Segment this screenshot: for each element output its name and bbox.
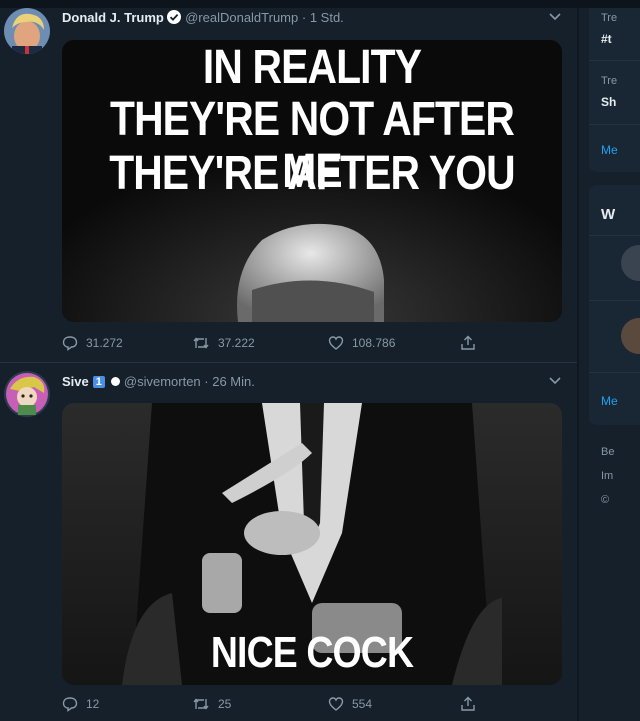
status-dot — [110, 377, 120, 386]
like-count: 108.786 — [352, 336, 396, 350]
trend-label: Tre — [601, 12, 618, 24]
show-more-link[interactable]: Me — [601, 394, 618, 408]
like-button[interactable]: 108.786 — [328, 333, 395, 353]
timeline: Donald J. Trump @realDonaldTrump · 1 Std… — [0, 0, 578, 721]
trend-separator — [589, 124, 640, 125]
share-icon — [461, 696, 475, 711]
trend-item[interactable]: #t — [601, 32, 612, 46]
who-to-follow-heading: W — [601, 206, 616, 223]
retweet-icon — [193, 698, 209, 710]
panel-separator — [589, 300, 640, 301]
share-icon — [461, 335, 475, 350]
heart-icon — [328, 697, 344, 711]
user-handle[interactable]: @sivemorten — [124, 374, 201, 389]
tweet[interactable]: Sive 1 @sivemorten · 26 Min. NICE COCK 1… — [0, 363, 578, 721]
tweet-image[interactable]: IN REALITY THEY'RE NOT AFTER ME THEY'RE … — [62, 40, 562, 322]
tweet-header: Sive 1 @sivemorten · 26 Min. — [62, 374, 255, 389]
like-button[interactable]: 554 — [328, 694, 372, 714]
reply-count: 31.272 — [86, 336, 123, 350]
tweet-actions: 12 25 554 — [62, 694, 482, 714]
tweet-image[interactable]: NICE COCK — [62, 403, 562, 685]
chevron-down-icon[interactable] — [548, 374, 562, 388]
retweet-icon — [193, 337, 209, 349]
tweet-actions: 31.272 37.222 108.786 — [62, 333, 482, 353]
footer-link[interactable]: Be — [601, 446, 614, 458]
avatar[interactable] — [4, 371, 50, 417]
retweet-count: 37.222 — [218, 336, 255, 350]
trend-item[interactable]: Sh — [601, 95, 616, 109]
footer-copyright: © — [601, 494, 610, 506]
retweet-button[interactable]: 25 — [192, 694, 231, 714]
verified-icon — [167, 10, 182, 24]
reply-icon — [62, 697, 78, 712]
reply-icon — [62, 336, 78, 351]
tweet-header: Donald J. Trump @realDonaldTrump · 1 Std… — [62, 10, 344, 25]
right-sidebar: Tre #t Tre Sh Me W Me Be Im © — [579, 0, 640, 721]
like-count: 554 — [352, 697, 373, 711]
top-bar — [0, 0, 640, 8]
retweet-button[interactable]: 37.222 — [192, 333, 255, 353]
share-button[interactable] — [460, 694, 476, 714]
panel-separator — [589, 235, 640, 236]
show-more-link[interactable]: Me — [601, 143, 618, 157]
reply-button[interactable]: 12 — [62, 694, 99, 714]
retweet-count: 25 — [218, 697, 232, 711]
footer-link[interactable]: Im — [601, 470, 613, 482]
number-badge: 1 — [92, 376, 105, 388]
meme-caption: NICE COCK — [210, 628, 414, 677]
reply-button[interactable]: 31.272 — [62, 333, 123, 353]
display-name[interactable]: Sive — [62, 374, 89, 389]
chevron-down-icon[interactable] — [548, 10, 562, 24]
trend-separator — [589, 60, 640, 61]
share-button[interactable] — [460, 333, 476, 353]
meme-line: IN REALITY — [202, 41, 422, 94]
trend-label: Tre — [601, 75, 618, 87]
meme-line: THEY'RE AFTER YOU — [109, 147, 515, 200]
display-name[interactable]: Donald J. Trump — [62, 10, 164, 25]
tweet[interactable]: Donald J. Trump @realDonaldTrump · 1 Std… — [0, 0, 578, 362]
heart-icon — [328, 336, 344, 350]
panel-separator — [589, 372, 640, 373]
user-handle[interactable]: @realDonaldTrump — [185, 10, 298, 25]
timestamp[interactable]: · 26 Min. — [204, 374, 255, 389]
reply-count: 12 — [86, 697, 100, 711]
timestamp[interactable]: · 1 Std. — [302, 10, 344, 25]
avatar[interactable] — [4, 8, 50, 54]
